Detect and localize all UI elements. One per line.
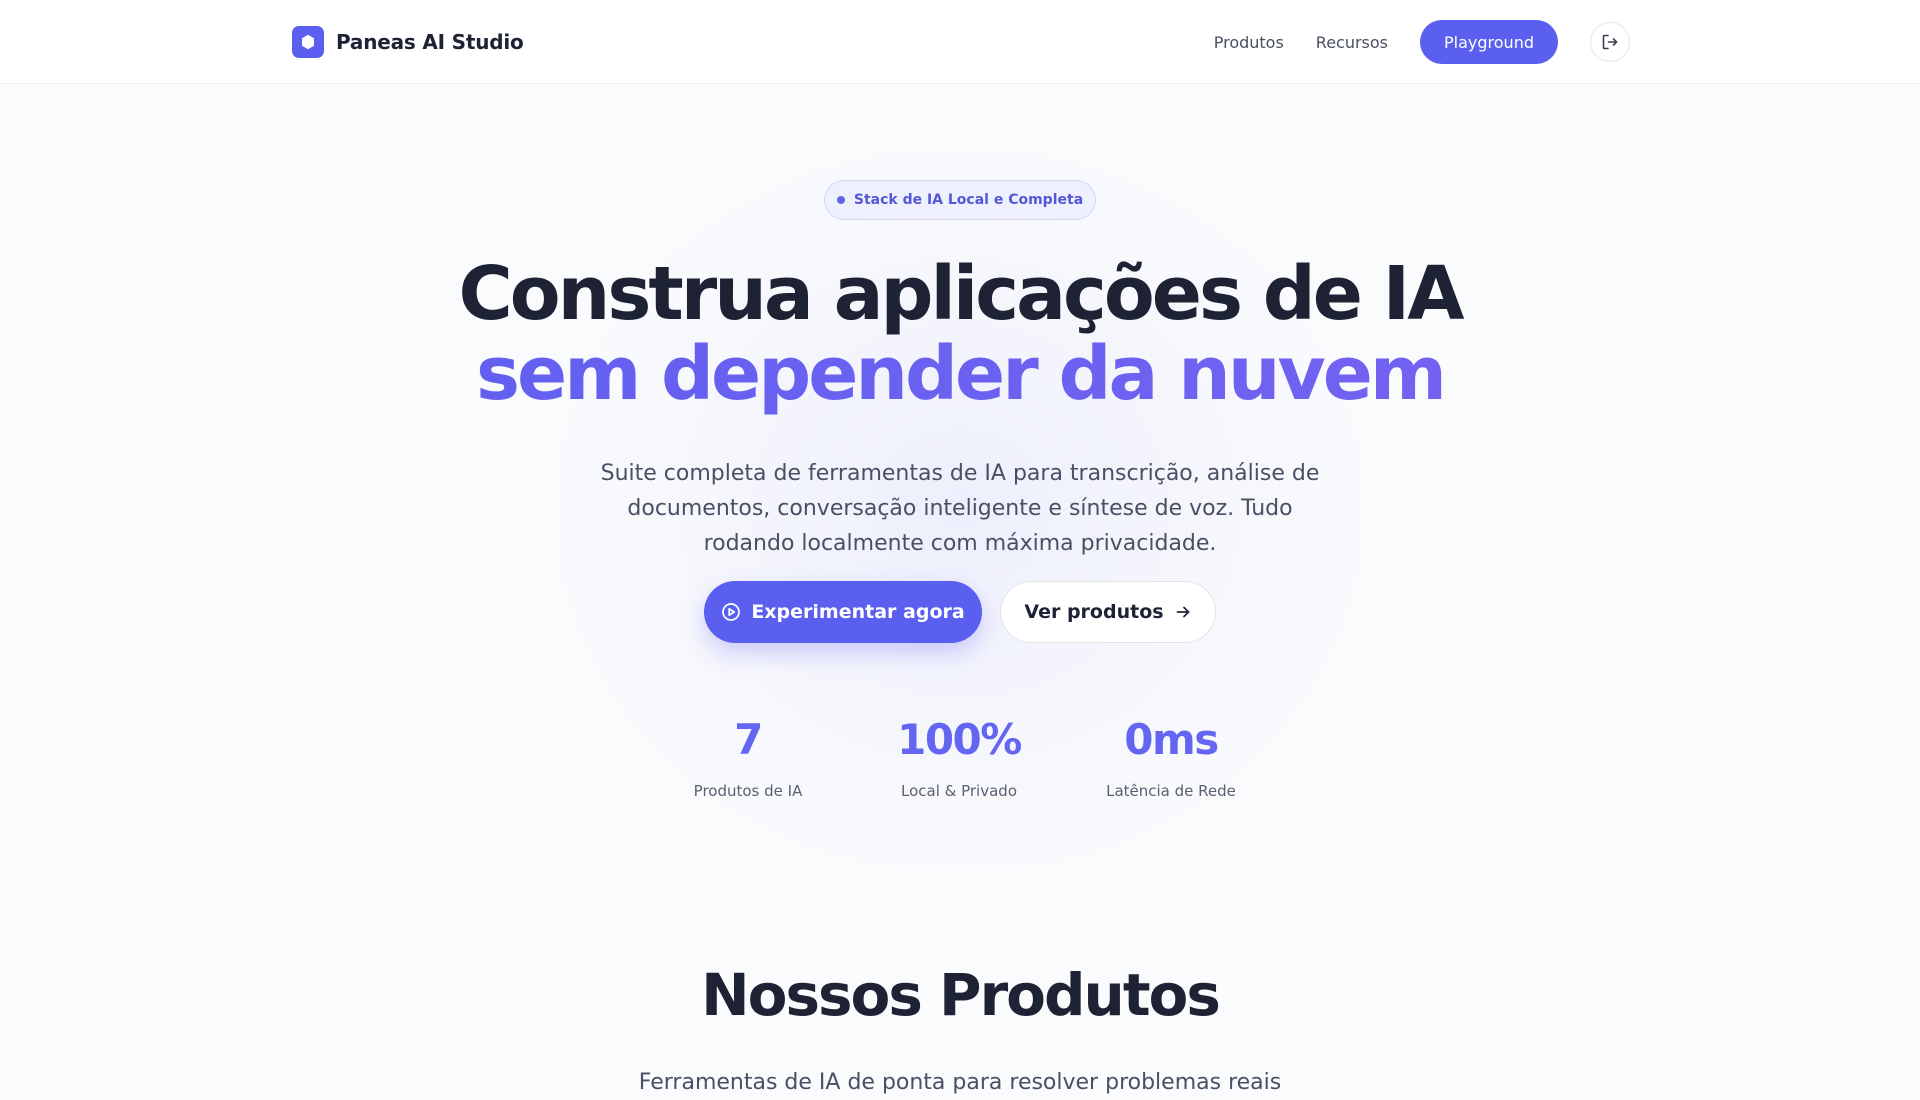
nav-link-recursos[interactable]: Recursos (1316, 33, 1388, 52)
stat-value: 7 (734, 715, 763, 764)
products-section-subtitle: Ferramentas de IA de ponta para resolver… (638, 1070, 1282, 1095)
products-section-title: Nossos Produtos (701, 961, 1221, 1029)
play-circle-icon (722, 603, 741, 621)
hexagon-logo-icon (292, 26, 324, 58)
nav-link-produtos[interactable]: Produtos (1214, 33, 1284, 52)
stat-value: 100% (897, 715, 1022, 764)
hero-subtitle: Suite completa de ferramentas de IA para… (600, 461, 1320, 556)
brand-name: Paneas AI Studio (336, 30, 524, 54)
hero-title-line2: sem depender da nuvem (0, 330, 1920, 418)
logout-icon (1602, 34, 1618, 50)
stat-label: Local & Privado (901, 782, 1017, 800)
hero-title-line1: Construa aplicações de IA (458, 251, 1465, 337)
try-now-button[interactable]: Experimentar agora (704, 581, 982, 643)
stat-value: 0ms (1124, 715, 1219, 764)
arrow-right-icon (1176, 606, 1189, 618)
view-products-label: Ver produtos (1024, 601, 1164, 623)
stat-latency: 0ms Latência de Rede (1061, 712, 1281, 800)
logout-button[interactable] (1590, 22, 1630, 62)
view-products-button[interactable]: Ver produtos (1000, 581, 1216, 643)
stat-products: 7 Produtos de IA (638, 712, 858, 800)
stat-local: 100% Local & Privado (849, 712, 1069, 800)
hero-badge-label: Stack de IA Local e Completa (853, 192, 1084, 208)
badge-dot (836, 196, 845, 204)
stat-label: Produtos de IA (693, 782, 803, 800)
playground-button[interactable]: Playground (1420, 20, 1558, 64)
try-now-label: Experimentar agora (751, 601, 965, 623)
brand[interactable]: Paneas AI Studio (292, 26, 524, 58)
main-nav: Produtos Recursos Playground (1214, 20, 1630, 64)
hero-badge: Stack de IA Local e Completa (824, 180, 1096, 220)
stat-label: Latência de Rede (1106, 782, 1236, 800)
top-navbar: Paneas AI Studio Produtos Recursos Playg… (0, 0, 1920, 84)
